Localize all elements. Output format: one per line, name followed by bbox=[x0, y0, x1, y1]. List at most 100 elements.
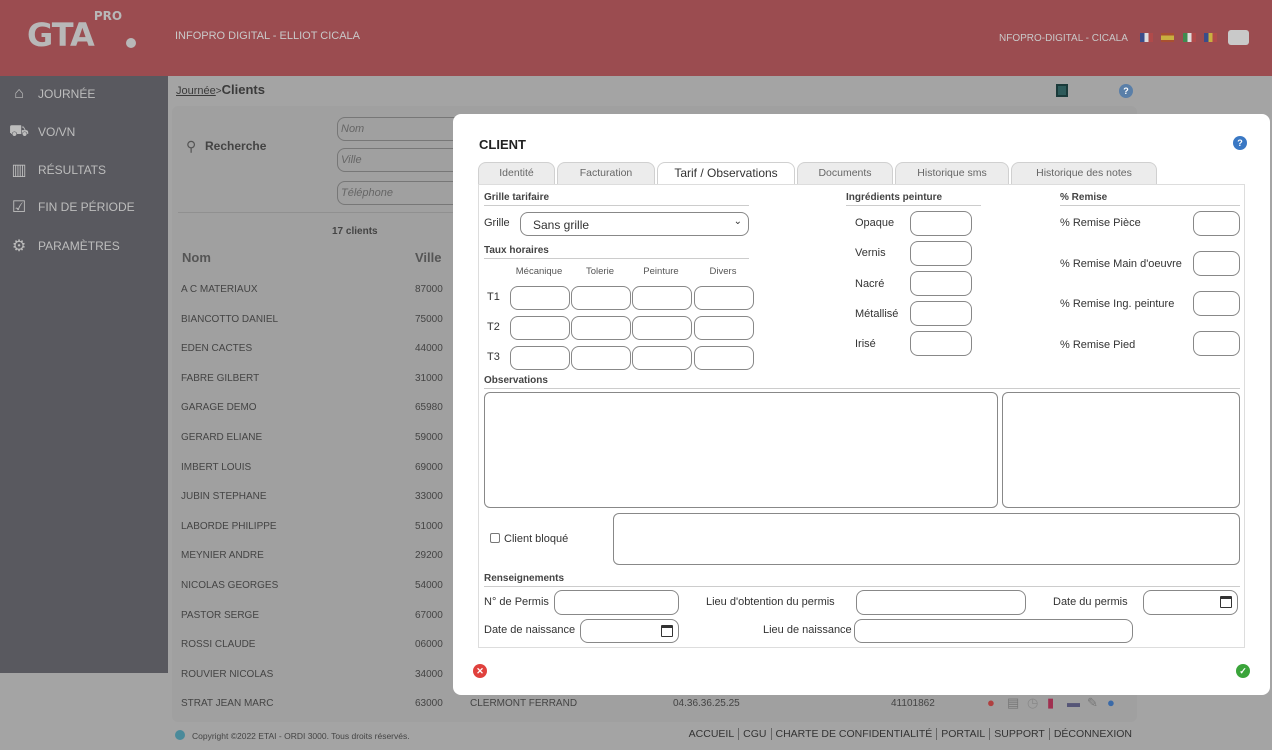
company-title: INFOPRO DIGITAL - ELLIOT CICALA bbox=[175, 30, 361, 42]
tab-facturation[interactable]: Facturation bbox=[557, 162, 655, 184]
taux-t3-input-2[interactable] bbox=[632, 346, 692, 370]
ingredient-input-2[interactable] bbox=[910, 271, 972, 296]
taux-t3-input-3[interactable] bbox=[694, 346, 754, 370]
taux-t3-input-1[interactable] bbox=[571, 346, 631, 370]
ingredient-input-1[interactable] bbox=[910, 241, 972, 266]
client-postcode: 31000 bbox=[415, 372, 443, 384]
calendar-icon[interactable] bbox=[1220, 596, 1232, 608]
client-code: 41101862 bbox=[891, 698, 935, 710]
column-nom[interactable]: Nom bbox=[182, 250, 211, 265]
permis-lieu-input[interactable] bbox=[856, 590, 1026, 615]
film-icon[interactable] bbox=[1056, 84, 1068, 97]
car-icon[interactable]: ▬ bbox=[1067, 695, 1080, 710]
history-icon[interactable]: ◷ bbox=[1027, 695, 1038, 711]
blocage-textarea[interactable] bbox=[613, 513, 1240, 565]
taux-t1-input-1[interactable] bbox=[571, 286, 631, 310]
client-bloque-checkbox[interactable] bbox=[490, 533, 500, 543]
footer-links: ACCUEIL CGU CHARTE DE CONFIDENTIALITÉ PORTA… bbox=[685, 728, 1136, 740]
tab-documents[interactable]: Documents bbox=[797, 162, 893, 184]
permis-date-label: Date du permis bbox=[1053, 596, 1128, 608]
breadcrumb-journee[interactable]: Journée bbox=[176, 85, 216, 97]
naissance-date-input[interactable] bbox=[580, 619, 679, 643]
taux-t1-input-2[interactable] bbox=[632, 286, 692, 310]
taux-t2-input-1[interactable] bbox=[571, 316, 631, 340]
client-postcode: 67000 bbox=[415, 609, 443, 621]
footer-link-2[interactable]: CHARTE DE CONFIDENTIALITÉ bbox=[770, 728, 937, 740]
tab-tarif-observations[interactable]: Tarif / Observations bbox=[657, 162, 795, 185]
section-observations: Observations bbox=[484, 375, 1240, 389]
flag-es-icon[interactable] bbox=[1161, 33, 1174, 42]
permis-no-input[interactable] bbox=[554, 590, 679, 615]
flag-it-icon[interactable] bbox=[1183, 33, 1196, 42]
taux-col-0: Mécanique bbox=[515, 266, 563, 277]
client-postcode: 87000 bbox=[415, 284, 443, 295]
sidebar-item-3[interactable]: ☑ FIN DE PÉRIODE bbox=[0, 192, 168, 222]
remise-input-2[interactable] bbox=[1193, 291, 1240, 316]
footer-link-4[interactable]: SUPPORT bbox=[989, 728, 1049, 740]
client-postcode: 34000 bbox=[415, 668, 443, 680]
taux-t3-input-0[interactable] bbox=[510, 346, 570, 370]
observations-secondary-textarea[interactable] bbox=[1002, 392, 1240, 508]
flag-fr-icon[interactable] bbox=[1140, 33, 1153, 42]
sidebar-item-1[interactable]: ⛟ VO/VN bbox=[0, 117, 168, 147]
client-name: MEYNIER ANDRE bbox=[181, 550, 264, 562]
remise-label: % Remise Main d'oeuvre bbox=[1060, 257, 1182, 270]
taux-t2-input-3[interactable] bbox=[694, 316, 754, 340]
chevron-down-icon: ⌄ bbox=[733, 216, 742, 227]
ok-icon[interactable]: ✓ bbox=[1236, 664, 1250, 678]
permis-date-input[interactable] bbox=[1143, 590, 1238, 615]
document-icon[interactable]: ▤ bbox=[1007, 695, 1019, 711]
mail-icon[interactable] bbox=[1228, 30, 1249, 45]
footer-link-1[interactable]: CGU bbox=[738, 728, 770, 740]
ingredient-label: Opaque bbox=[855, 217, 895, 229]
tab-historique-sms[interactable]: Historique sms bbox=[895, 162, 1009, 184]
remise-input-0[interactable] bbox=[1193, 211, 1240, 236]
home-icon: ⌂ bbox=[14, 85, 24, 102]
delete-icon[interactable]: ● bbox=[987, 695, 995, 710]
naissance-lieu-input[interactable] bbox=[854, 619, 1133, 643]
breadcrumb-current: Clients bbox=[221, 82, 265, 97]
taux-t1-input-3[interactable] bbox=[694, 286, 754, 310]
remise-input-3[interactable] bbox=[1193, 331, 1240, 356]
help-icon[interactable]: ? bbox=[1119, 84, 1133, 98]
client-phone: 04.36.36.25.25 bbox=[673, 698, 740, 710]
search-nom-input[interactable]: Nom bbox=[337, 117, 467, 141]
ingredient-input-3[interactable] bbox=[910, 301, 972, 326]
footer-link-3[interactable]: PORTAIL bbox=[936, 728, 989, 740]
help-icon[interactable]: ? bbox=[1233, 136, 1247, 150]
sidebar-item-4[interactable]: ⚙ PARAMÈTRES bbox=[0, 231, 168, 261]
search-ville-input[interactable]: Ville bbox=[337, 148, 467, 172]
stats-icon[interactable]: ▮ bbox=[1047, 695, 1054, 711]
ingredient-input-0[interactable] bbox=[910, 211, 972, 236]
taux-col-3: Divers bbox=[709, 266, 737, 277]
info-icon[interactable]: ● bbox=[1107, 695, 1115, 710]
client-postcode: 59000 bbox=[415, 432, 443, 443]
tab-content: Grille tarifaire Grille Sans grille ⌄ Taux h… bbox=[478, 184, 1245, 648]
calendar-icon[interactable] bbox=[661, 625, 673, 637]
sidebar-item-2[interactable]: ▥ RÉSULTATS bbox=[0, 155, 168, 185]
logo[interactable]: GTAPRO bbox=[27, 9, 136, 54]
column-ville[interactable]: Ville bbox=[415, 250, 442, 265]
calendar-check-icon: ☑ bbox=[11, 199, 27, 216]
search-telephone-input[interactable]: Téléphone bbox=[337, 181, 467, 205]
taux-t1-input-0[interactable] bbox=[510, 286, 570, 310]
permis-lieu-label: Lieu d'obtention du permis bbox=[706, 596, 835, 608]
cancel-icon[interactable]: ✕ bbox=[473, 664, 487, 678]
remise-input-1[interactable] bbox=[1193, 251, 1240, 276]
client-name: GARAGE DEMO bbox=[181, 402, 257, 414]
observations-textarea[interactable] bbox=[484, 392, 998, 508]
taux-t2-input-2[interactable] bbox=[632, 316, 692, 340]
footer-link-0[interactable]: ACCUEIL bbox=[685, 728, 739, 740]
grille-select[interactable]: Sans grille ⌄ bbox=[520, 212, 749, 236]
client-name: ROUVIER NICOLAS bbox=[181, 668, 274, 680]
tab-identit-[interactable]: Identité bbox=[478, 162, 555, 184]
taux-t2-input-0[interactable] bbox=[510, 316, 570, 340]
grille-value: Sans grille bbox=[533, 218, 590, 232]
footer-link-5[interactable]: DÉCONNEXION bbox=[1048, 728, 1136, 740]
logo-text: GTA bbox=[27, 16, 95, 54]
sidebar-item-0[interactable]: ⌂ JOURNÉE bbox=[0, 79, 168, 109]
flag-ro-icon[interactable] bbox=[1204, 33, 1217, 42]
edit-icon[interactable]: ✎ bbox=[1087, 695, 1098, 711]
tab-historique-des-notes[interactable]: Historique des notes bbox=[1011, 162, 1157, 184]
ingredient-input-4[interactable] bbox=[910, 331, 972, 356]
